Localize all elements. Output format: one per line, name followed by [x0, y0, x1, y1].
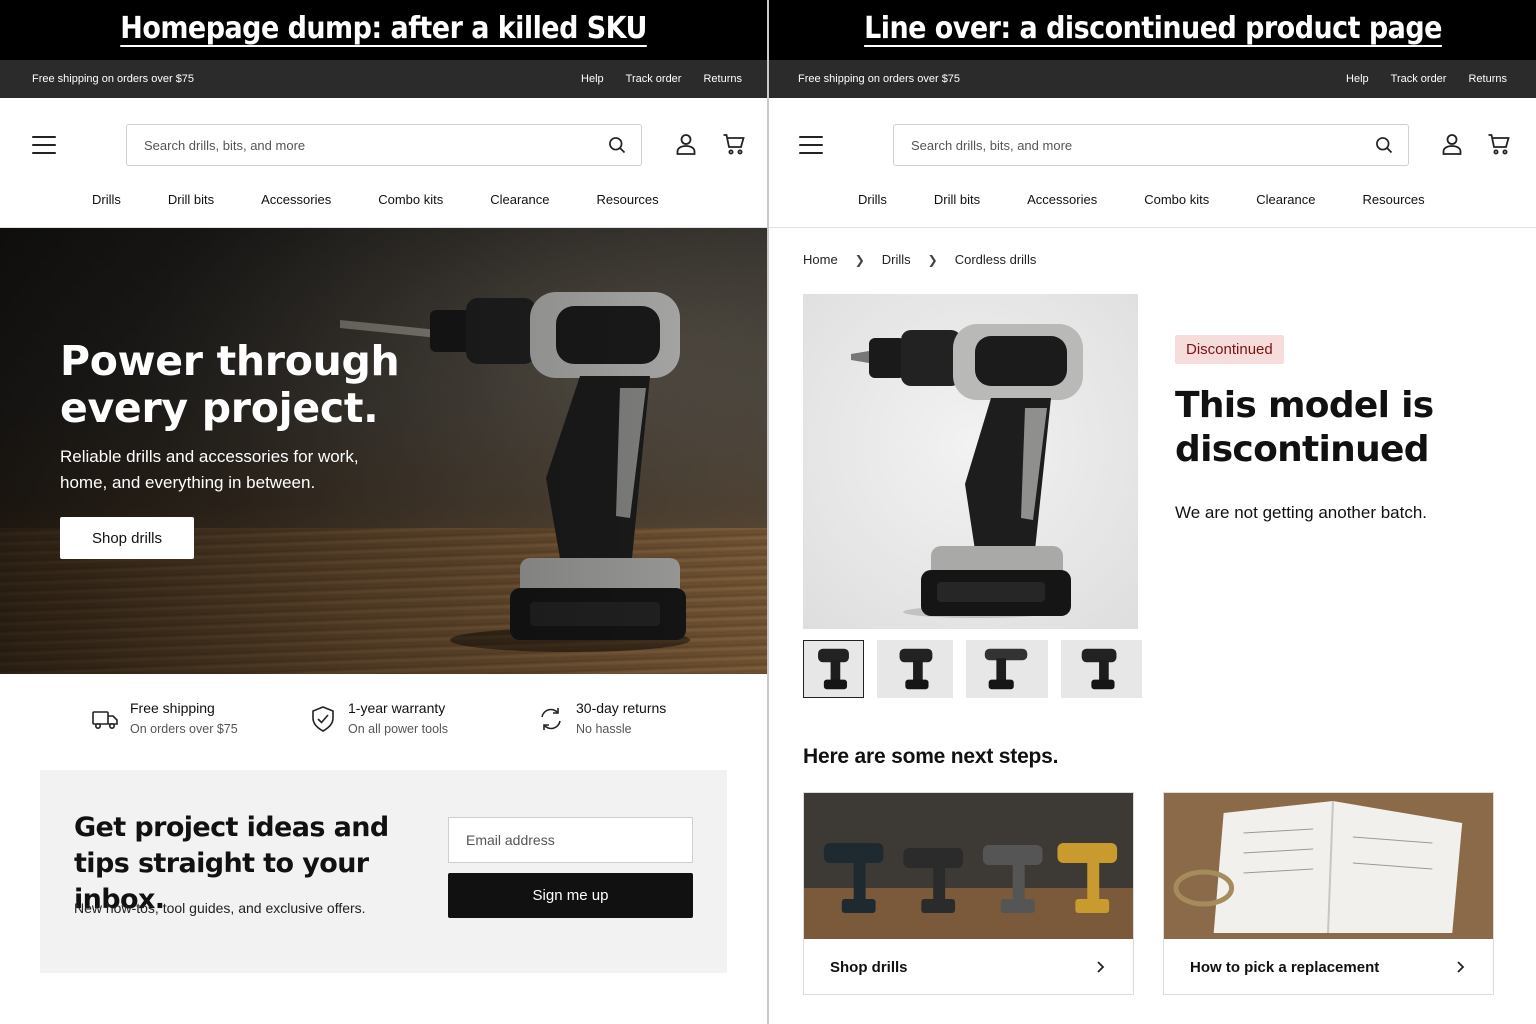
account-icon[interactable]	[1440, 132, 1464, 156]
drill-lineup-image	[804, 793, 1133, 939]
nav-resources[interactable]: Resources	[597, 192, 659, 207]
shipping-notice: Free shipping on orders over $75	[32, 73, 195, 85]
site-header	[769, 98, 1536, 192]
hero-subtitle: Reliable drills and accessories for work…	[60, 447, 359, 492]
drill-image	[851, 324, 1083, 618]
panel-caption: Homepage dump: after a killed SKU	[120, 10, 647, 48]
nav-drill-bits[interactable]: Drill bits	[168, 192, 214, 207]
nav-clearance[interactable]: Clearance	[490, 192, 549, 207]
search-icon[interactable]	[1374, 135, 1394, 155]
thumbnail[interactable]	[966, 640, 1048, 698]
newsletter-text: New how-tos, tool guides, and exclusive …	[74, 900, 366, 916]
returns-link[interactable]: Returns	[703, 73, 742, 85]
track-order-link[interactable]: Track order	[1391, 73, 1447, 85]
discontinued-message: We are not getting another batch.	[1175, 503, 1428, 522]
benefit-free-shipping: Free shipping On orders over $75	[90, 700, 238, 736]
utility-bar: Free shipping on orders over $75 Help Tr…	[0, 60, 767, 98]
truck-icon	[92, 711, 118, 729]
help-link[interactable]: Help	[1346, 73, 1369, 85]
benefit-returns: 30-day returns No hassle	[536, 700, 666, 736]
benefit-warranty: 1-year warranty On all power tools	[308, 700, 448, 736]
email-field[interactable]	[448, 817, 693, 863]
product-main-image	[803, 294, 1138, 629]
search-box	[126, 124, 642, 166]
hamburger-menu-icon[interactable]	[799, 136, 823, 154]
chevron-right-icon: ❯	[854, 252, 865, 267]
breadcrumb: Home ❯ Drills ❯ Cordless drills	[803, 252, 1036, 267]
benefit-subtitle: On orders over $75	[130, 722, 238, 736]
main-nav: Drills Drill bits Accessories Combo kits…	[769, 192, 1536, 228]
cart-icon[interactable]	[1487, 132, 1511, 156]
help-link[interactable]: Help	[581, 73, 604, 85]
nav-accessories[interactable]: Accessories	[261, 192, 331, 207]
notebook-image	[1164, 793, 1493, 939]
shield-check-icon	[312, 706, 334, 732]
nav-resources[interactable]: Resources	[1363, 192, 1425, 207]
benefit-title: 30-day returns	[576, 700, 667, 716]
discontinued-badge: Discontinued	[1175, 335, 1284, 364]
card-label: How to pick a replacement	[1190, 958, 1380, 976]
caption-bar: Line over: a discontinued product page	[769, 0, 1536, 60]
hamburger-menu-icon[interactable]	[32, 136, 56, 154]
nav-drills[interactable]: Drills	[858, 192, 887, 207]
product-page-panel: Line over: a discontinued product page F…	[769, 0, 1536, 1024]
benefits-strip: Free shipping On orders over $75 1-year …	[0, 674, 767, 768]
benefit-subtitle: No hassle	[576, 722, 632, 736]
shop-drills-button[interactable]: Shop drills	[60, 517, 194, 559]
hero-banner: Power through every project. Reliable dr…	[0, 228, 767, 674]
chevron-right-icon	[1457, 961, 1465, 973]
thumbnail-strip	[803, 640, 1142, 698]
thumbnail[interactable]	[877, 640, 953, 698]
product-title: This model is discontinued	[1175, 385, 1434, 470]
site-header	[0, 98, 767, 192]
account-icon[interactable]	[674, 132, 698, 156]
utility-bar: Free shipping on orders over $75 Help Tr…	[769, 60, 1536, 98]
nav-accessories[interactable]: Accessories	[1027, 192, 1097, 207]
nav-combo-kits[interactable]: Combo kits	[1144, 192, 1209, 207]
nav-clearance[interactable]: Clearance	[1256, 192, 1315, 207]
thumbnail[interactable]	[803, 640, 864, 698]
breadcrumb-cordless-drills[interactable]: Cordless drills	[955, 252, 1037, 267]
search-box	[893, 124, 1409, 166]
search-input[interactable]	[911, 137, 1374, 153]
benefit-subtitle: On all power tools	[348, 722, 449, 736]
main-nav: Drills Drill bits Accessories Combo kits…	[0, 192, 767, 228]
chevron-right-icon	[1097, 961, 1105, 973]
newsletter-signup: Get project ideas and tips straight to y…	[40, 770, 727, 973]
next-steps-heading: Here are some next steps.	[803, 745, 1059, 768]
track-order-link[interactable]: Track order	[626, 73, 682, 85]
caption-bar: Homepage dump: after a killed SKU	[0, 0, 767, 60]
benefit-title: Free shipping	[130, 700, 215, 716]
hero-title: Power through every project.	[60, 337, 400, 432]
search-icon[interactable]	[607, 135, 627, 155]
refresh-icon	[541, 708, 561, 730]
thumbnail[interactable]	[1061, 640, 1142, 698]
cart-icon[interactable]	[722, 132, 746, 156]
homepage-panel: Homepage dump: after a killed SKU Free s…	[0, 0, 767, 1024]
search-input[interactable]	[144, 137, 607, 153]
nav-combo-kits[interactable]: Combo kits	[378, 192, 443, 207]
benefit-title: 1-year warranty	[348, 700, 446, 716]
nav-drill-bits[interactable]: Drill bits	[934, 192, 980, 207]
chevron-right-icon: ❯	[927, 252, 938, 267]
card-label: Shop drills	[830, 958, 908, 976]
breadcrumb-drills[interactable]: Drills	[882, 252, 911, 267]
nav-drills[interactable]: Drills	[92, 192, 121, 207]
shipping-notice: Free shipping on orders over $75	[798, 73, 961, 85]
returns-link[interactable]: Returns	[1468, 73, 1507, 85]
shop-drills-card[interactable]: Shop drills	[803, 792, 1134, 995]
breadcrumb-home[interactable]: Home	[803, 252, 838, 267]
replacement-guide-card[interactable]: How to pick a replacement	[1163, 792, 1494, 995]
sign-up-button[interactable]: Sign me up	[448, 873, 693, 918]
panel-caption: Line over: a discontinued product page	[863, 10, 1442, 48]
